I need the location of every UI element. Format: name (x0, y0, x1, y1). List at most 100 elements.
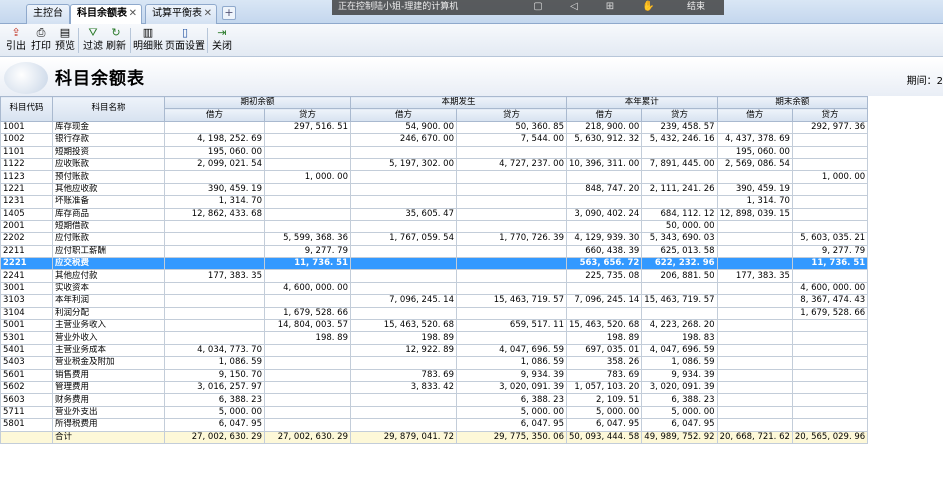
header-credit[interactable]: 贷方 (791, 108, 869, 122)
amount-cell: 5, 000. 00 (641, 405, 718, 420)
header-closing-balance: 期末余额 (716, 95, 869, 110)
amount-cell (264, 343, 351, 358)
amount-cell (641, 145, 718, 159)
amount-cell: 1, 679, 528. 66 (791, 306, 869, 321)
table-row[interactable]: 1122 应收账款 2, 099, 021. 54 5, 197, 302. 00 4,… (0, 157, 869, 172)
table-row[interactable]: 5001 主营业务收入 14, 804, 003. 57 15, 463, 520. … (0, 319, 869, 333)
amount-cell: 5, 432, 246. 16 (641, 133, 718, 147)
refresh-button[interactable]: ↻ 刷新 (104, 26, 128, 55)
amount-cell: 2, 099, 021. 54 (164, 157, 265, 172)
amount-cell: 27, 002, 630. 29 (164, 430, 265, 444)
account-name-cell: 本年利润 (52, 294, 165, 308)
amount-cell: 5, 603, 035. 21 (791, 232, 869, 246)
speaker-icon[interactable]: ◁ (568, 1, 580, 13)
table-row[interactable]: 1231 坏账准备 1, 314. 70 1, 314. 70 (0, 195, 869, 209)
amount-cell (456, 269, 567, 283)
export-button[interactable]: ⇪ 引出 (4, 26, 28, 55)
amount-cell (164, 319, 265, 333)
amount-cell (264, 195, 351, 209)
table-row[interactable]: 3103 本年利润 7, 096, 245. 14 15, 463, 719. 57 7… (0, 294, 869, 308)
header-credit[interactable]: 贷方 (641, 108, 718, 122)
amount-cell (716, 418, 793, 432)
header-account-name[interactable]: 科目名称 (52, 96, 165, 122)
tab-account-balance[interactable]: 科目余额表 ✕ (70, 4, 142, 24)
table-row[interactable]: 2241 其他应付款 177, 383. 35 225, 735. 08 206, 88… (0, 269, 869, 283)
amount-cell: 177, 383. 35 (716, 269, 793, 283)
amount-cell: 4, 129, 939. 30 (565, 232, 643, 246)
amount-cell: 6, 388. 23 (641, 393, 718, 407)
table-row[interactable]: 5801 所得税费用 6, 047. 95 6, 047. 95 6, 047. 95 6… (0, 418, 869, 432)
amount-cell: 1, 086. 59 (164, 356, 265, 370)
account-code-cell: 3001 (0, 281, 53, 296)
amount-cell (565, 281, 643, 296)
header-credit[interactable]: 贷方 (264, 108, 351, 122)
table-row[interactable]: 3001 实收资本 4, 600, 000. 00 4, 600, 000. 00 (0, 281, 869, 296)
header-debit[interactable]: 借方 (350, 108, 457, 122)
account-name-cell: 应付账款 (52, 232, 165, 246)
table-row[interactable]: 5602 管理费用 3, 016, 257. 97 3, 833. 42 3, 020,… (0, 380, 869, 395)
ledger-icon: ▥ (142, 26, 154, 39)
print-button[interactable]: ⎙ 打印 (29, 26, 53, 55)
table-row[interactable]: 1123 预付账款 1, 000. 00 1, 000. 00 (0, 170, 869, 184)
amount-cell (456, 281, 567, 296)
amount-cell (164, 306, 265, 321)
detail-ledger-button[interactable]: ▥ 明细账 (132, 26, 164, 55)
tab-main-console[interactable]: 主控台 (26, 4, 70, 24)
toolbar: ⇪ 引出 ⎙ 打印 ▤ 预览 ⛛ 过滤 ↻ 刷新 ▥ 明细账 ▯ 页面设置 ⇥ … (0, 24, 943, 57)
screenshot-icon[interactable]: ▢ (532, 1, 544, 13)
amount-cell (716, 257, 793, 271)
total-row[interactable]: 合计 27, 002, 630. 29 27, 002, 630. 29 29, 87… (0, 430, 869, 444)
table-row[interactable]: 2202 应付账款 5, 599, 368. 36 1, 767, 059. 54 1,… (0, 232, 869, 246)
amount-cell (456, 257, 567, 271)
account-name-cell: 销售费用 (52, 368, 165, 383)
table-row[interactable]: 1221 其他应收款 390, 459. 19 848, 747. 20 2, 111,… (0, 182, 869, 197)
amount-cell (716, 368, 793, 383)
amount-cell: 15, 463, 719. 57 (456, 294, 567, 308)
header-debit[interactable]: 借方 (565, 108, 643, 122)
account-code-cell: 5711 (0, 405, 53, 420)
amount-cell: 5, 343, 690. 03 (641, 232, 718, 246)
table-row[interactable]: 5401 主营业务成本 4, 034, 773. 70 12, 922. 89 4, 0… (0, 343, 869, 358)
table-row[interactable]: 2001 短期借款 50, 000. 00 (0, 219, 869, 234)
close-icon[interactable]: ✕ (129, 5, 137, 23)
amount-cell (164, 219, 265, 234)
table-row[interactable]: 5601 销售费用 9, 150. 70 783. 69 9, 934. 39 783. … (0, 368, 869, 383)
table-row[interactable]: 2221 应交税费 11, 736. 51 563, 656. 72 622, 232.… (0, 257, 869, 271)
remote-control-bar: 正在控制陆小姐-理建的计算机 ▢ ◁ ⊞ ✋ 结束 (332, 0, 724, 15)
header-debit[interactable]: 借方 (716, 108, 793, 122)
table-row[interactable]: 3104 利润分配 1, 679, 528. 66 1, 679, 528. 66 (0, 306, 869, 321)
table-row[interactable]: 5711 营业外支出 5, 000. 00 5, 000. 00 5, 000. 00 5… (0, 405, 869, 420)
amount-cell (791, 145, 869, 159)
fullscreen-icon[interactable]: ⊞ (604, 1, 616, 13)
refresh-label: 刷新 (106, 41, 126, 52)
table-row[interactable]: 5603 财务费用 6, 388. 23 6, 388. 23 2, 109. 51 6,… (0, 393, 869, 407)
page-setup-button[interactable]: ▯ 页面设置 (165, 26, 205, 55)
close-button[interactable]: ⇥ 关闭 (210, 26, 234, 55)
close-icon[interactable]: ✕ (204, 5, 212, 23)
amount-cell: 1, 314. 70 (164, 195, 265, 209)
table-body: 1001 库存现金 297, 516. 51 54, 900. 00 50, 360. … (0, 120, 869, 444)
amount-cell: 390, 459. 19 (716, 182, 793, 197)
hand-icon[interactable]: ✋ (642, 1, 654, 13)
table-row[interactable]: 5301 营业外收入 198. 89 198. 89 198. 89 198. 83 (0, 331, 869, 345)
account-name-cell: 所得税费用 (52, 418, 165, 432)
amount-cell: 9, 277. 79 (791, 244, 869, 259)
filter-button[interactable]: ⛛ 过滤 (81, 26, 105, 55)
header-debit[interactable]: 借方 (164, 108, 265, 122)
table-row[interactable]: 1405 库存商品 12, 862, 433. 68 35, 605. 47 3, 09… (0, 207, 869, 221)
preview-button[interactable]: ▤ 预览 (53, 26, 77, 55)
header-credit[interactable]: 贷方 (456, 108, 567, 122)
amount-cell (350, 269, 457, 283)
add-tab-icon[interactable]: + (222, 6, 236, 20)
tab-trial-balance[interactable]: 试算平衡表 ✕ (145, 4, 217, 24)
amount-cell (716, 120, 793, 135)
header-account-code[interactable]: 科目代码 (0, 96, 53, 122)
table-row[interactable]: 2211 应付职工薪酬 9, 277. 79 660, 438. 39 625, 013… (0, 244, 869, 259)
table-row[interactable]: 1001 库存现金 297, 516. 51 54, 900. 00 50, 360. … (0, 120, 869, 135)
end-control-button[interactable]: 结束 (687, 0, 705, 14)
table-row[interactable]: 1101 短期投资 195, 060. 00 195, 060. 00 (0, 145, 869, 159)
table-row[interactable]: 5403 营业税金及附加 1, 086. 59 1, 086. 59 358. 26 1,… (0, 356, 869, 370)
table-row[interactable]: 1002 银行存款 4, 198, 252. 69 246, 670. 00 7, 54… (0, 133, 869, 147)
amount-cell: 4, 198, 252. 69 (164, 133, 265, 147)
account-code-cell (0, 430, 53, 444)
